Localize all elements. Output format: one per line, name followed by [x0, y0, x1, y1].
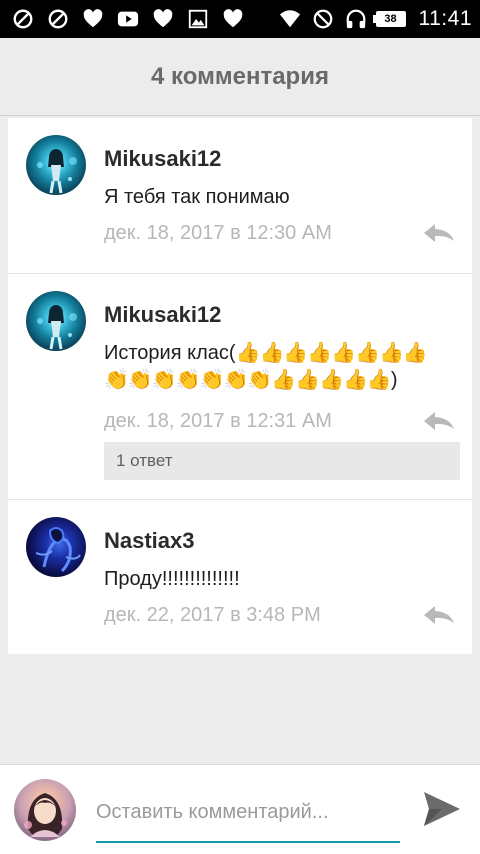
avatar[interactable]: [26, 517, 86, 577]
avatar: [14, 779, 76, 841]
send-button[interactable]: [420, 787, 464, 831]
reply-icon[interactable]: [422, 221, 456, 245]
comment-item: Mikusaki12 История клас(👍👍👍👍👍👍👍👍 👏👏👏👏👏👏👏…: [8, 273, 472, 499]
wifi-icon: [277, 8, 303, 30]
clap-emojis: 👏👏👏👏👏👏👏👍👍👍👍👍: [104, 369, 392, 391]
avatar[interactable]: [26, 135, 86, 195]
blocked-icon: [45, 8, 71, 30]
comment-date: дек. 18, 2017 в 12:30 AM: [104, 222, 332, 244]
comment-author[interactable]: Mikusaki12: [104, 302, 221, 328]
blocked-icon: [10, 8, 36, 30]
comment-composer: [0, 764, 480, 854]
comment-author[interactable]: Nastiax3: [104, 528, 195, 554]
comments-list: Mikusaki12 Я тебя так понимаю дек. 18, 2…: [8, 118, 472, 654]
reply-icon[interactable]: [422, 409, 456, 433]
comment-text: История клас(👍👍👍👍👍👍👍👍 👏👏👏👏👏👏👏👍👍👍👍👍): [104, 340, 454, 394]
comment-input[interactable]: [96, 793, 400, 843]
status-right-icons: 38 11:41: [277, 7, 473, 31]
comment-text: Проду!!!!!!!!!!!!!!: [104, 568, 240, 590]
send-icon: [424, 792, 460, 826]
page-title: 4 комментария: [151, 62, 329, 90]
do-not-disturb-icon: [310, 8, 336, 30]
avatar[interactable]: [26, 291, 86, 351]
heart-icon: [80, 8, 106, 30]
comments-header: 4 комментария: [0, 38, 480, 116]
comment-item: Mikusaki12 Я тебя так понимаю дек. 18, 2…: [8, 118, 472, 273]
headphones-icon: [343, 8, 369, 30]
heart-icon: [150, 8, 176, 30]
battery-icon: 38: [372, 11, 406, 27]
comment-text: Я тебя так понимаю: [104, 186, 290, 208]
reply-icon[interactable]: [422, 603, 456, 627]
youtube-icon: [115, 8, 141, 30]
comment-date: дек. 22, 2017 в 3:48 PM: [104, 604, 321, 626]
comment-text-suffix: ): [390, 369, 398, 391]
comment-date: дек. 18, 2017 в 12:31 AM: [104, 410, 332, 432]
comment-item: Nastiax3 Проду!!!!!!!!!!!!!! дек. 22, 20…: [8, 499, 472, 654]
status-bar: 38 11:41: [0, 0, 480, 38]
thumbs-up-emojis: 👍👍👍👍👍👍👍👍: [235, 342, 428, 364]
gallery-icon: [185, 8, 211, 30]
comment-author[interactable]: Mikusaki12: [104, 146, 221, 172]
comment-text-prefix: История клас(: [104, 342, 236, 364]
status-left-icons: [10, 8, 277, 30]
heart-icon: [220, 8, 246, 30]
view-replies-button[interactable]: 1 ответ: [104, 442, 460, 480]
status-time: 11:41: [418, 7, 472, 30]
